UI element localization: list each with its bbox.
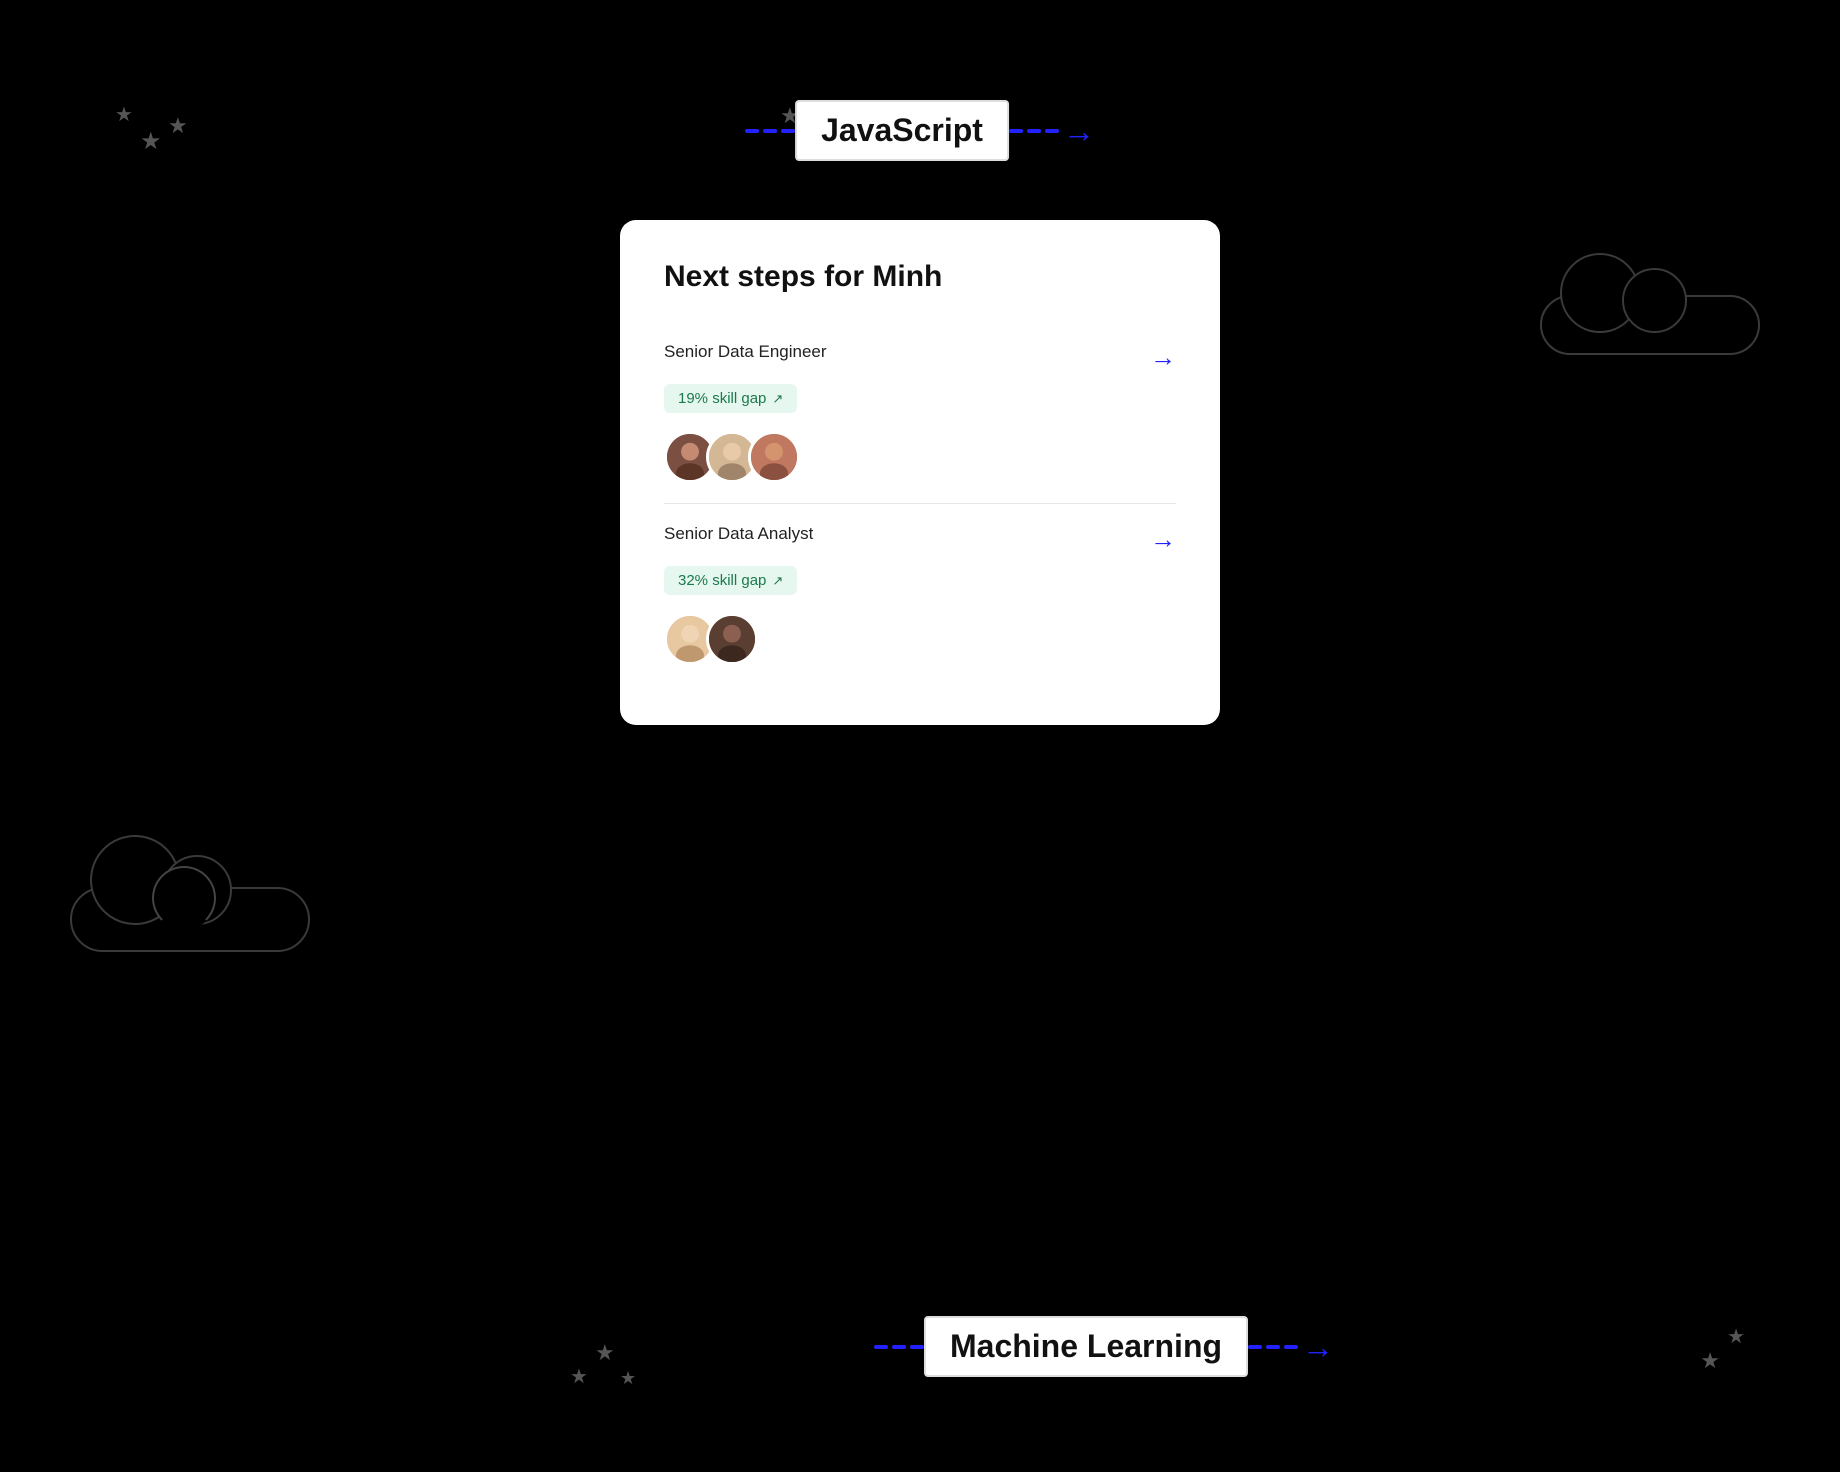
- job-arrow-button-1[interactable]: →: [1150, 344, 1176, 370]
- skill-gap-text-1: 19% skill gap: [678, 390, 766, 407]
- ml-arrow-right-icon: →: [1302, 1331, 1334, 1363]
- skill-gap-badge-2[interactable]: 32% skill gap ↗: [664, 566, 797, 595]
- cloud-decoration-right: [1540, 295, 1760, 355]
- dashes-right: [1009, 129, 1059, 133]
- next-steps-card: Next steps for Minh Senior Data Engineer…: [620, 220, 1220, 725]
- star-icon: ★: [168, 115, 188, 137]
- machine-learning-tag: Machine Learning →: [874, 1316, 1334, 1377]
- job-row-senior-data-engineer: Senior Data Engineer → 19% skill gap ↗: [664, 322, 1176, 503]
- avatar: [706, 613, 758, 665]
- avatar-group-1: [664, 431, 1176, 483]
- card-title: Next steps for Minh: [664, 260, 1176, 294]
- external-link-icon-2: ↗: [772, 573, 783, 589]
- skill-gap-text-2: 32% skill gap: [678, 572, 766, 589]
- job-arrow-button-2[interactable]: →: [1150, 526, 1176, 552]
- star-icon: ★: [620, 1369, 636, 1387]
- skill-gap-badge-1[interactable]: 19% skill gap ↗: [664, 384, 797, 413]
- dashes-left: [745, 129, 795, 133]
- star-icon: ★: [595, 1342, 615, 1364]
- javascript-tag: JavaScript →: [745, 100, 1095, 161]
- star-icon: ★: [1700, 1350, 1720, 1372]
- machine-learning-label: Machine Learning: [924, 1316, 1248, 1377]
- star-icon: ★: [570, 1367, 588, 1387]
- star-icon: ★: [115, 105, 133, 125]
- external-link-icon-1: ↗: [772, 391, 783, 407]
- avatar: [748, 431, 800, 483]
- star-icon: ★: [140, 130, 162, 154]
- avatar-group-2: [664, 613, 1176, 665]
- cloud-decoration-left: [70, 887, 310, 952]
- javascript-label: JavaScript: [795, 100, 1009, 161]
- job-row-senior-data-analyst: Senior Data Analyst → 32% skill gap ↗: [664, 503, 1176, 685]
- star-icon: ★: [1727, 1327, 1745, 1347]
- ml-dashes-right: [1248, 1345, 1298, 1349]
- ml-dashes-left: [874, 1345, 924, 1349]
- arrow-right-icon: →: [1063, 115, 1095, 147]
- job-title-2: Senior Data Analyst: [664, 524, 813, 544]
- job-title-1: Senior Data Engineer: [664, 342, 827, 362]
